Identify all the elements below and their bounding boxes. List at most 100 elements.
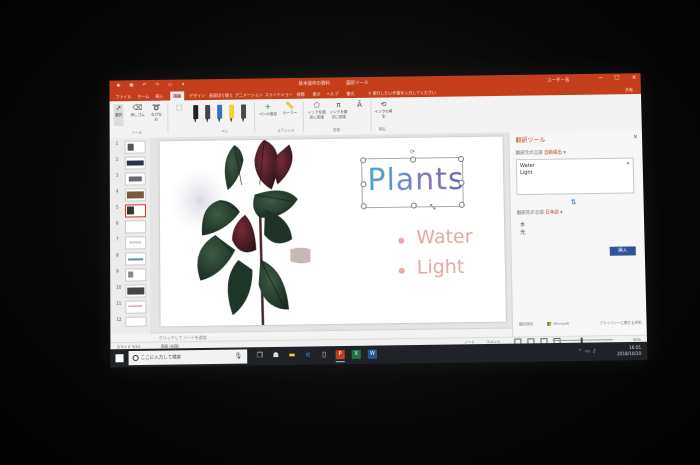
select-tool-button[interactable]: ➚ 選択 [113,104,124,127]
slide-thumbnail[interactable] [124,172,146,186]
title-textbox-selected[interactable]: ⟳ Plants [360,149,465,210]
rotate-handle-icon[interactable]: ⟳ [410,149,415,156]
slide-thumbnail[interactable] [124,220,147,234]
plus-icon: + [264,102,272,112]
tab-home[interactable]: ホーム [137,94,149,100]
tell-me-search[interactable]: ⚲ 実行したい作業を入力してください [368,90,436,97]
undo-icon[interactable]: ↶ [141,83,147,89]
ink-to-math-button[interactable]: π インクを数式に変換 [329,101,349,120]
slide-thumbnail[interactable] [125,284,147,298]
slide-thumbnail[interactable] [125,252,147,266]
maximize-button[interactable]: ☐ [614,74,620,81]
share-button[interactable]: 共有 [625,87,633,93]
tab-view[interactable]: 表示 [313,91,321,97]
zoom-level[interactable]: 50% [633,337,641,341]
slide-thumbnail[interactable] [125,316,147,327]
black-pen-button[interactable] [193,105,199,120]
resize-handle[interactable] [458,201,465,208]
tab-help[interactable]: ヘルプ [326,91,338,97]
contextual-tool-title: 図形ツール [346,80,369,87]
bullet-item-light[interactable]: Light [417,256,465,279]
slide-title[interactable]: Plants [367,162,465,198]
windows-start-icon[interactable] [115,354,124,363]
slide-thumbnail[interactable] [125,268,147,282]
slide-thumbnail-selected[interactable] [124,204,146,218]
yellow-highlighter-button[interactable] [229,104,235,119]
resize-handle[interactable] [458,179,465,186]
minimize-button[interactable]: ─ [599,75,603,82]
autosave-icon[interactable]: ◉ [115,83,121,89]
close-pane-icon[interactable]: ✕ [633,134,638,141]
tab-file[interactable]: ファイル [115,94,131,100]
highlight-shape-button[interactable]: ⬚ [171,103,187,112]
current-slide[interactable]: ⟳ Plants ⤡ Water Light [159,136,506,327]
bullet-item-water[interactable]: Water [416,226,473,249]
dark-pen-button[interactable] [205,104,211,119]
slideshow-icon[interactable]: ▭ [167,83,173,89]
tab-review[interactable]: 校閲 [297,92,305,98]
eraser-button[interactable]: ⌫ 消しゴム [127,104,147,118]
privacy-statement-link[interactable]: プライバシーに関する声明 [599,321,641,327]
translation-provider-label: 翻訳提供 [519,322,534,327]
excel-app-icon[interactable]: X [351,349,361,360]
slide-thumbnail[interactable] [125,300,147,314]
save-icon[interactable]: ▣ [128,83,134,89]
ink-to-shape-button[interactable]: ⬠ インクを図形に変換 [307,101,327,120]
pencil-button[interactable] [240,104,247,119]
resize-handle[interactable] [410,156,417,163]
word-app-icon[interactable]: W [367,349,377,359]
tab-format[interactable]: 書式 [346,91,354,97]
ink-replay-button[interactable]: ⟲ インクの再生 [374,100,392,119]
edge-browser-icon[interactable]: e [303,350,312,359]
slide-thumbnail[interactable] [124,140,146,154]
bullet-dot [398,267,405,274]
phone-icon[interactable]: ▯ [320,350,329,359]
source-text-line: Water [519,162,535,170]
tab-design[interactable]: デザイン [189,93,205,99]
file-explorer-icon[interactable]: ▬ [287,351,296,360]
clear-icon[interactable]: ✕ [626,161,629,166]
redo-icon[interactable]: ↷ [154,83,160,89]
resize-handle[interactable] [360,203,367,210]
tab-transitions[interactable]: 画面切り替え [209,93,233,99]
system-tray-icons[interactable]: ⌃▭♪ [578,348,599,354]
swap-languages-icon[interactable]: ⇅ [571,198,577,206]
people-icon[interactable]: ☗ [271,351,280,360]
resize-handle[interactable] [360,181,367,188]
tab-animations[interactable]: アニメーション [235,92,263,98]
source-text-box[interactable]: Water Light ✕ [515,157,635,196]
insert-button[interactable]: 挿入 [609,246,636,256]
task-view-icon[interactable]: ❐ [255,351,264,360]
customize-qat-icon[interactable]: ▾ [180,82,186,88]
powerpoint-app-icon[interactable]: P [335,350,345,360]
slide-thumbnail[interactable] [124,156,146,170]
microphone-icon[interactable]: 🎙 [234,352,242,359]
ink-replay-label: インクの再生 [374,109,393,119]
resize-handle[interactable] [360,157,367,164]
group-label-pens: ペン [221,129,229,134]
eraser-label: 消しゴム [130,112,145,117]
blue-pen-button[interactable] [217,104,223,119]
source-language-dropdown[interactable]: 自動検出 [544,151,562,156]
clock[interactable]: 16:01 2018/10/10 [617,345,642,356]
thumbnail-number: 1 [115,140,119,146]
close-button[interactable]: ✕ [632,74,637,81]
lasso-button[interactable]: ➰ なげなわ [149,104,163,123]
laptop-screen: ◉ ▣ ↶ ↷ ▭ ▾ 基本操作の資料 図形ツール ユーザー名 ─ ☐ ✕ ファ… [109,73,648,368]
user-name[interactable]: ユーザー名 [547,77,569,83]
rubber-plant-image[interactable] [160,139,312,326]
ruler-button[interactable]: 📏 ルーラー [281,102,299,116]
add-pen-button[interactable]: + ペンの追加 [259,102,277,117]
ink-to-text-button[interactable]: Ā [350,101,368,110]
resize-handle[interactable] [410,202,417,209]
resize-handle[interactable] [457,155,465,163]
slide-thumbnail-pane: 1 2 3 4 5 6 7 8 9 10 11 12 [109,137,151,334]
microsoft-logo-icon [547,321,552,327]
slide-thumbnail[interactable] [124,188,146,202]
taskbar-search-box[interactable]: ここに入力して検索 🎙 [128,349,248,366]
tab-insert[interactable]: 挿入 [155,94,163,100]
tab-slideshow[interactable]: スライドショー [265,92,293,98]
slide-thumbnail[interactable] [125,236,147,250]
cortana-icon [132,354,139,362]
target-language-dropdown[interactable]: 日本語 [545,210,559,215]
